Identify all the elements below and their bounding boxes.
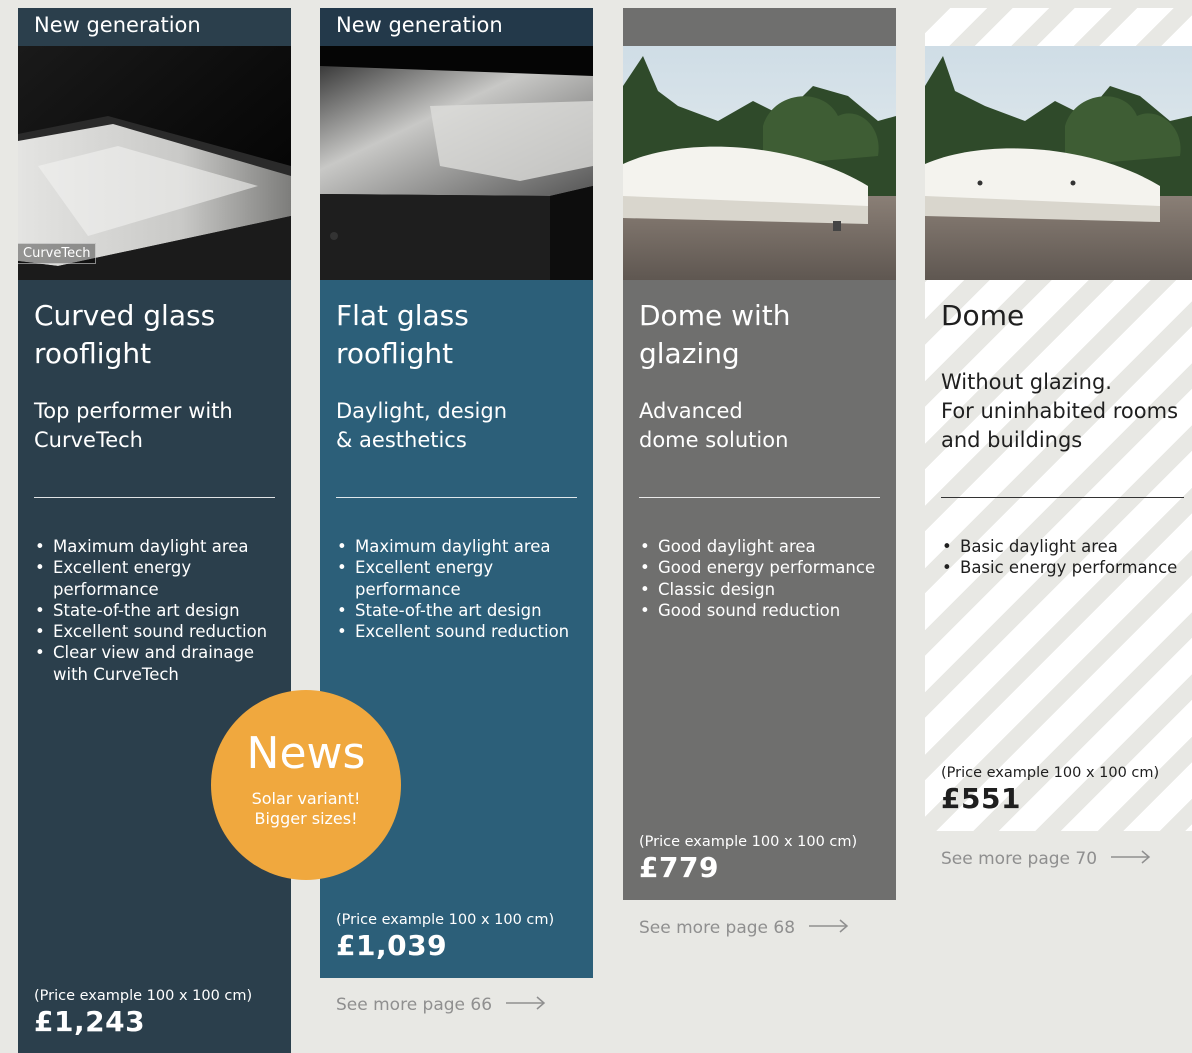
feature-item: Good energy performance bbox=[639, 557, 889, 579]
feature-list: Good daylight area Good energy performan… bbox=[639, 536, 889, 621]
price: £1,039 bbox=[336, 929, 448, 962]
feature-item: Maximum daylight area bbox=[336, 536, 586, 558]
card-subtitle: Daylight, design & aesthetics bbox=[336, 399, 508, 452]
feature-item: Excellent sound reduction bbox=[34, 621, 284, 643]
card-tag bbox=[623, 8, 896, 46]
feature-item: Excellent energy performance bbox=[336, 557, 586, 600]
price: £779 bbox=[639, 851, 719, 884]
feature-item: Good sound reduction bbox=[639, 600, 889, 622]
price-note: (Price example 100 x 100 cm) bbox=[34, 988, 253, 1004]
product-card-dome: Dome Without glazing. For uninhabited roo… bbox=[925, 8, 1192, 831]
see-more-link[interactable]: See more page 68 bbox=[639, 918, 849, 938]
feature-item: Maximum daylight area bbox=[34, 536, 284, 558]
card-tag: New generation bbox=[18, 8, 291, 46]
see-more-link[interactable]: See more page 70 bbox=[941, 849, 1151, 869]
product-photo-dome-with-glazing bbox=[623, 46, 896, 280]
feature-item: State-of-the art design bbox=[336, 600, 586, 622]
product-card-dome-with-glazing: Dome withglazing Advanceddome solution G… bbox=[623, 8, 896, 900]
divider bbox=[639, 497, 880, 498]
product-photo-curved-glass: CurveTech bbox=[18, 46, 291, 280]
price: £551 bbox=[941, 782, 1021, 815]
news-badge: News Solar variant! Bigger sizes! bbox=[211, 690, 401, 880]
feature-list: Maximum daylight area Excellent energy p… bbox=[336, 536, 586, 643]
see-more-link[interactable]: See more page 66 bbox=[336, 995, 546, 1015]
feature-item: Clear view and drainage with CurveTech bbox=[34, 642, 284, 685]
curvetech-logo: CurveTech bbox=[18, 243, 97, 264]
card-tag: New generation bbox=[320, 8, 593, 46]
news-badge-text: Solar variant! Bigger sizes! bbox=[251, 789, 361, 828]
feature-list: Maximum daylight area Excellent energy p… bbox=[34, 536, 284, 685]
price-note: (Price example 100 x 100 cm) bbox=[639, 834, 858, 850]
card-tag bbox=[925, 8, 1192, 46]
arrow-right-icon bbox=[506, 995, 546, 1015]
feature-item: Excellent energy performance bbox=[34, 557, 284, 600]
divider bbox=[941, 497, 1184, 498]
card-subtitle: Top performer with CurveTech bbox=[34, 399, 233, 452]
arrow-right-icon bbox=[809, 918, 849, 938]
feature-item: Basic daylight area bbox=[941, 536, 1191, 558]
product-card-curved-glass: New generation CurveTech Curved glass roo… bbox=[18, 8, 291, 1053]
product-photo-dome bbox=[925, 46, 1192, 280]
card-subtitle: Without glazing. For uninhabited rooms and… bbox=[941, 370, 1179, 452]
price-note: (Price example 100 x 100 cm) bbox=[336, 912, 555, 928]
price: £1,243 bbox=[34, 1005, 146, 1038]
feature-item: State-of-the art design bbox=[34, 600, 284, 622]
news-badge-title: News bbox=[246, 728, 366, 779]
feature-list: Basic daylight area Basic energy perform… bbox=[941, 536, 1191, 579]
card-title: Dome bbox=[941, 299, 1025, 332]
price-note: (Price example 100 x 100 cm) bbox=[941, 765, 1160, 781]
feature-item: Excellent sound reduction bbox=[336, 621, 586, 643]
card-title: Curved glass rooflight bbox=[34, 299, 216, 370]
divider bbox=[336, 497, 577, 498]
card-title: Dome with glazing bbox=[639, 299, 791, 370]
feature-item: Basic energy performance bbox=[941, 557, 1191, 579]
card-subtitle: Advanced dome solution bbox=[639, 399, 789, 452]
card-title: Flat glass rooflight bbox=[336, 299, 469, 370]
feature-item: Classic design bbox=[639, 579, 889, 601]
divider bbox=[34, 497, 275, 498]
product-photo-flat-glass bbox=[320, 46, 593, 280]
feature-item: Good daylight area bbox=[639, 536, 889, 558]
arrow-right-icon bbox=[1111, 849, 1151, 869]
